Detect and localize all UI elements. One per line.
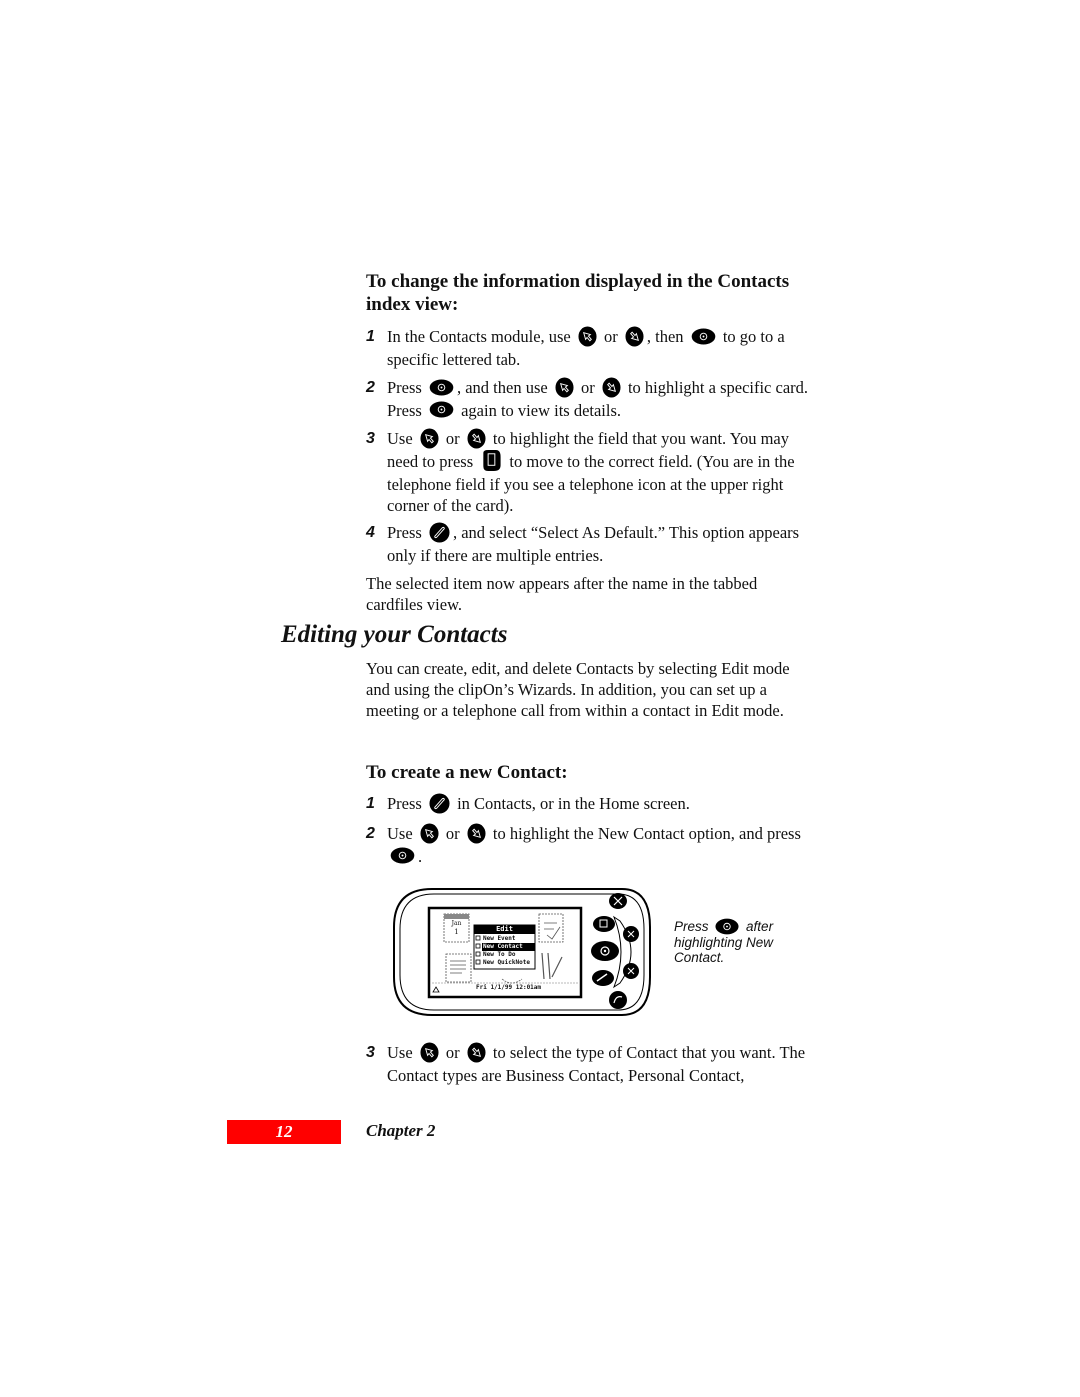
status-bar-datetime: Fri 1/1/99 12:01am — [476, 984, 542, 991]
step-number: 2 — [366, 379, 375, 396]
step-text: or — [445, 429, 460, 448]
select-button-icon — [691, 328, 716, 345]
step-4: 4 Press , and select “Select As Default.… — [366, 522, 816, 566]
step-text: Press — [387, 378, 422, 397]
section-title: Editing your Contacts — [281, 621, 508, 648]
scroll-down-button-icon — [420, 428, 439, 449]
scroll-up-button-icon — [467, 1042, 486, 1063]
step-text: to highlight the New Contact option, and… — [492, 824, 801, 843]
menu-item-new-quicknote[interactable]: New QuickNote — [483, 959, 530, 967]
step-text: In the Contacts module, use — [387, 327, 571, 346]
select-button-icon — [715, 918, 739, 935]
step-text: Use — [387, 824, 413, 843]
edit-button-icon — [429, 793, 450, 814]
step-3: 3 Use or to highlight the field that you… — [366, 428, 816, 516]
card-button-icon — [480, 449, 502, 472]
scroll-down-button-icon — [420, 1042, 439, 1063]
calendar-day: 1 — [454, 928, 459, 936]
scroll-up-button-icon — [467, 823, 486, 844]
step-3: 3 Use or to select the type of Contact t… — [366, 1042, 816, 1086]
select-button-icon — [390, 847, 415, 864]
figure-caption: Press after highlighting New Contact. — [674, 919, 794, 965]
device-illustration: Jan 1 Edit New Event New Contact New To … — [392, 887, 654, 1017]
select-button-icon — [429, 401, 454, 418]
step-text: or — [445, 824, 460, 843]
step-text: again to view its details. — [461, 400, 622, 420]
edit-menu: New Event New Contact New To Do New Quic… — [483, 935, 530, 967]
menu-item-new-event[interactable]: New Event — [483, 935, 530, 943]
scroll-down-button-icon — [578, 326, 597, 347]
step-text: or — [580, 378, 595, 397]
step-number: 4 — [366, 524, 375, 541]
page-number-tab: 12 — [227, 1120, 341, 1144]
step-number: 1 — [366, 795, 375, 812]
procedure-heading-new-contact: To create a new Contact: — [366, 762, 568, 783]
edit-button-icon — [429, 522, 450, 543]
step-text: Use — [387, 429, 413, 448]
section-intro: You can create, edit, and delete Contact… — [366, 659, 790, 720]
scroll-down-button-icon — [420, 823, 439, 844]
step-2: 2 Press , and then use or to highlight a… — [366, 377, 816, 421]
step-number: 3 — [366, 1044, 375, 1061]
result-note: The selected item now appears after the … — [366, 574, 758, 614]
menu-title: Edit — [496, 925, 513, 933]
step-number: 2 — [366, 825, 375, 842]
step-2: 2 Use or to highlight the New Contact op… — [366, 823, 816, 867]
step-text: Press — [387, 523, 422, 542]
scroll-down-button-icon — [555, 377, 574, 398]
chapter-label: Chapter 2 — [366, 1121, 436, 1140]
step-text: , then — [646, 327, 684, 346]
caption-text: Press — [674, 919, 709, 935]
select-button-icon — [429, 379, 454, 396]
step-text: Use — [387, 1043, 413, 1062]
step-text: , and then use — [456, 378, 548, 397]
step-text: or — [445, 1043, 460, 1062]
scroll-up-button-icon — [625, 326, 644, 347]
step-number: 3 — [366, 430, 375, 447]
menu-item-new-to-do[interactable]: New To Do — [483, 951, 530, 959]
step-text: Press — [387, 794, 422, 813]
menu-item-new-contact[interactable]: New Contact — [483, 943, 530, 951]
calendar-month: Jan — [451, 920, 462, 927]
scroll-up-button-icon — [602, 377, 621, 398]
step-number: 1 — [366, 328, 375, 345]
step-text: or — [604, 327, 618, 346]
step-text: . — [418, 846, 423, 866]
step-1: 1 Press in Contacts, or in the Home scre… — [366, 793, 816, 816]
step-text: in Contacts, or in the Home screen. — [457, 794, 690, 813]
procedure-heading-index-view: To change the information displayed in t… — [366, 271, 790, 315]
scroll-up-button-icon — [467, 428, 486, 449]
step-1: 1 In the Contacts module, use or , then … — [366, 326, 816, 370]
